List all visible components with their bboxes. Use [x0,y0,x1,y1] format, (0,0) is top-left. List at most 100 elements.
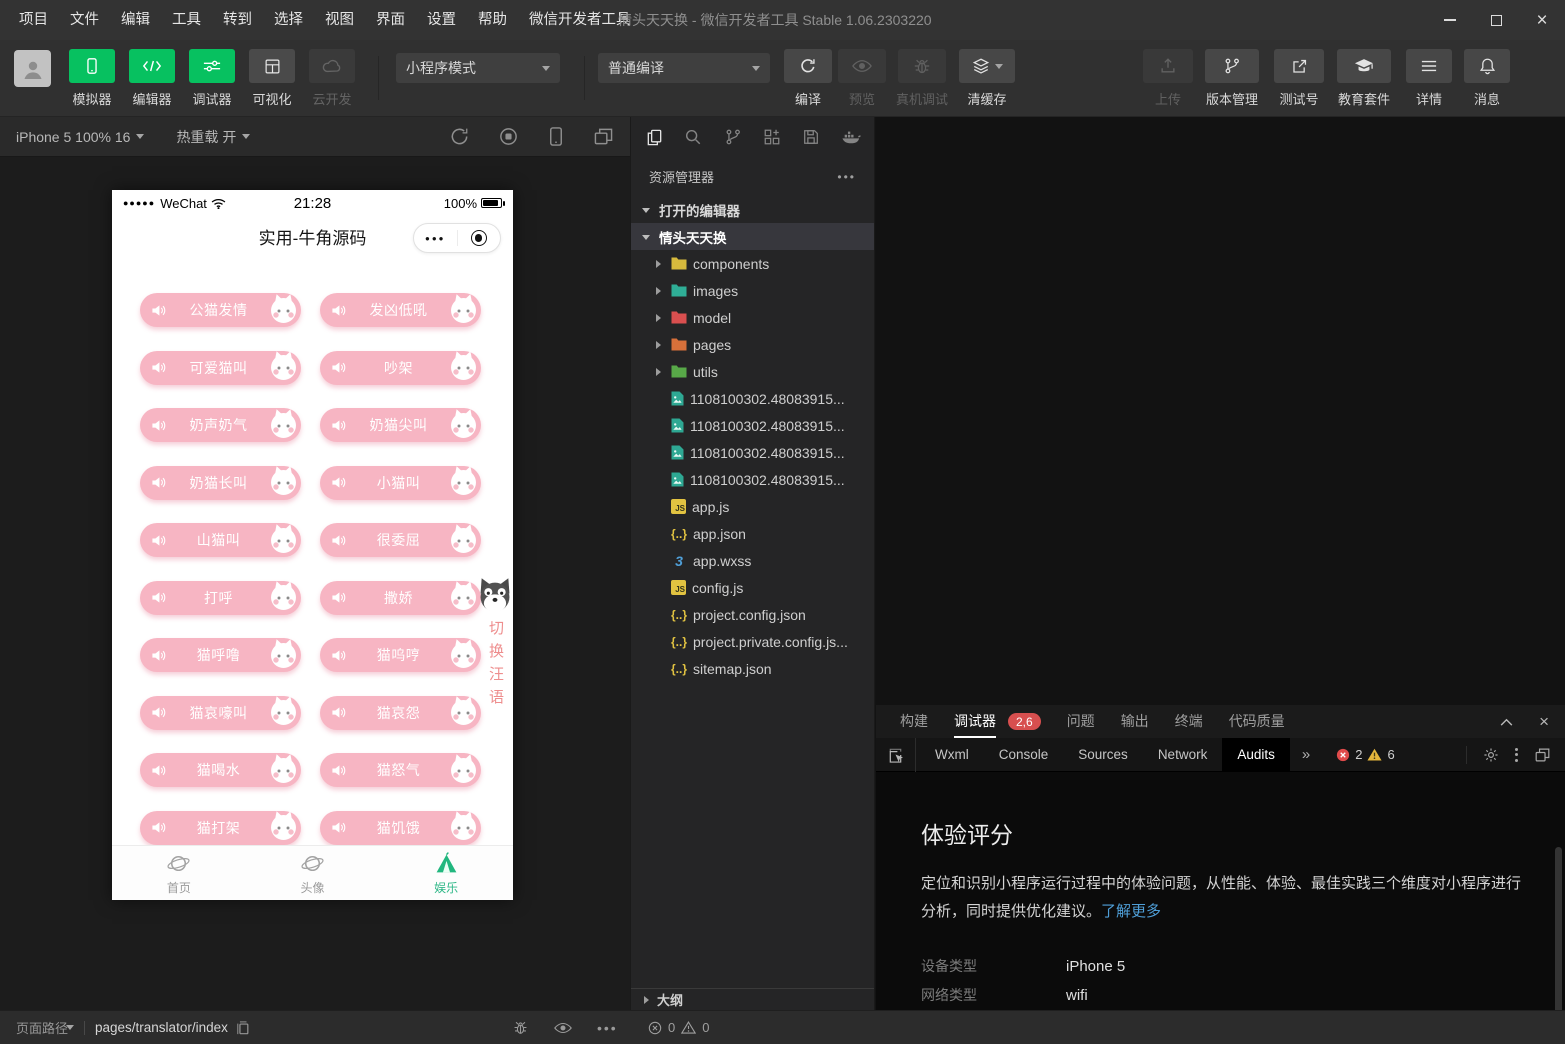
devtools-tab-console[interactable]: Console [984,738,1064,772]
reload-icon[interactable] [449,126,470,147]
tab-problems[interactable]: 问题 [1067,705,1095,738]
switch-dog-button[interactable] [475,576,513,616]
tab-code-quality[interactable]: 代码质量 [1229,705,1285,738]
devtools-tab-wxml[interactable]: Wxml [920,738,984,772]
sound-button[interactable]: 猫饥饿 [320,811,481,845]
tree-file[interactable]: 3app.wxss [631,547,874,574]
exit-miniprogram-button[interactable] [458,224,501,252]
sound-button[interactable]: 猫呜哼 [320,638,481,672]
page-path-label[interactable]: 页面路径 [16,1018,68,1037]
education-suite-button[interactable]: 教育套件 [1330,49,1398,108]
ellipsis-icon[interactable]: ••• [597,1020,618,1036]
menu-tools[interactable]: 工具 [161,0,212,40]
search-icon[interactable] [683,127,703,148]
console-counts[interactable]: 2 6 [1336,747,1394,762]
menu-view[interactable]: 视图 [314,0,365,40]
devtools-tab-sources[interactable]: Sources [1063,738,1143,772]
tree-file[interactable]: JSconfig.js [631,574,874,601]
sound-button[interactable]: 猫怒气 [320,753,481,787]
debugger-tool-button[interactable]: 调试器 [182,49,242,108]
sound-button[interactable]: 发凶低吼 [320,293,481,327]
tree-file[interactable]: JSapp.js [631,493,874,520]
record-icon[interactable] [498,126,519,147]
sound-button[interactable]: 小猫叫 [320,466,481,500]
scrollbar[interactable] [1555,847,1562,1010]
copy-icon[interactable] [236,1020,250,1036]
page-path-value[interactable]: pages/translator/index [95,1020,228,1035]
sound-button[interactable]: 奶猫长叫 [140,466,301,500]
tab-debugger[interactable]: 调试器 [954,705,996,738]
sound-button[interactable]: 猫打架 [140,811,301,845]
learn-more-link[interactable]: 了解更多 [1101,903,1161,920]
tree-file[interactable]: 1108100302.48083915... [631,466,874,493]
sound-button[interactable]: 猫呼噜 [140,638,301,672]
menu-goto[interactable]: 转到 [212,0,263,40]
multi-window-icon[interactable] [593,127,614,146]
close-panel-icon[interactable]: × [1539,713,1549,730]
tree-folder-components[interactable]: components [631,250,874,277]
sound-button[interactable]: 很委屈 [320,523,481,557]
tab-terminal[interactable]: 终端 [1175,705,1203,738]
compile-mode-select[interactable]: 普通编译 [598,53,770,83]
more-actions-icon[interactable]: ••• [837,170,856,184]
tree-file[interactable]: 1108100302.48083915... [631,385,874,412]
messages-button[interactable]: 消息 [1462,49,1512,108]
devtools-tab-audits[interactable]: Audits [1222,738,1290,772]
menu-file[interactable]: 文件 [59,0,110,40]
maximize-button[interactable] [1473,0,1519,40]
tree-file[interactable]: {..}project.config.json [631,601,874,628]
tab-output[interactable]: 输出 [1121,705,1149,738]
compile-button[interactable]: 编译 [782,49,834,108]
sound-button[interactable]: 猫喝水 [140,753,301,787]
tree-file[interactable]: {..}project.private.config.js... [631,628,874,655]
tree-file[interactable]: 1108100302.48083915... [631,412,874,439]
sound-button[interactable]: 可爱猫叫 [140,351,301,385]
sound-button[interactable]: 吵架 [320,351,481,385]
vconsole-icon[interactable] [512,1019,529,1036]
mode-select[interactable]: 小程序模式 [396,53,560,83]
eye-icon[interactable] [554,1022,572,1034]
switch-language-label[interactable]: 切换汪语 [485,620,506,712]
tree-section-open-editors[interactable]: 打开的编辑器 [631,196,874,223]
editor-tool-button[interactable]: 编辑器 [122,49,182,108]
more-options-button[interactable]: ●●● [414,224,457,252]
sound-button[interactable]: 撒娇 [320,581,481,615]
tab-entertainment[interactable]: 娱乐 [379,846,513,900]
tree-file[interactable]: 1108100302.48083915... [631,439,874,466]
tab-build[interactable]: 构建 [900,705,928,738]
menu-edit[interactable]: 编辑 [110,0,161,40]
sound-button[interactable]: 打呼 [140,581,301,615]
more-tabs-icon[interactable]: » [1290,746,1322,763]
tree-folder-images[interactable]: images [631,277,874,304]
avatar[interactable] [14,50,51,87]
tab-home[interactable]: 首页 [112,846,246,900]
element-picker-icon[interactable] [876,738,916,772]
tree-file[interactable]: {..}sitemap.json [631,655,874,682]
tree-folder-pages[interactable]: pages [631,331,874,358]
extensions-icon[interactable] [762,127,782,148]
hot-reload-toggle[interactable]: 热重载 开 [176,127,250,147]
close-button[interactable]: × [1519,0,1565,40]
test-account-button[interactable]: 测试号 [1270,49,1328,108]
gear-icon[interactable] [1483,747,1499,763]
devtools-tab-network[interactable]: Network [1143,738,1223,772]
visualization-tool-button[interactable]: 可视化 [242,49,302,108]
sound-button[interactable]: 山猫叫 [140,523,301,557]
tree-file[interactable]: {..}app.json [631,520,874,547]
menu-select[interactable]: 选择 [263,0,314,40]
tree-section-project[interactable]: 情头天天换 [631,223,874,250]
details-button[interactable]: 详情 [1404,49,1454,108]
sound-button[interactable]: 公猫发情 [140,293,301,327]
save-icon[interactable] [801,127,821,148]
tree-folder-utils[interactable]: utils [631,358,874,385]
tab-avatar[interactable]: 头像 [246,846,380,900]
outline-section[interactable]: 大纲 [631,988,874,1010]
undock-icon[interactable] [1534,747,1551,763]
problem-counts[interactable]: 0 0 [648,1020,709,1035]
clear-cache-button[interactable]: 清缓存 [956,49,1018,108]
tree-folder-model[interactable]: model [631,304,874,331]
menu-project[interactable]: 项目 [8,0,59,40]
device-select[interactable]: iPhone 5 100% 16 [16,129,144,145]
sound-button[interactable]: 猫哀嚎叫 [140,696,301,730]
kebab-menu-icon[interactable] [1515,748,1518,762]
